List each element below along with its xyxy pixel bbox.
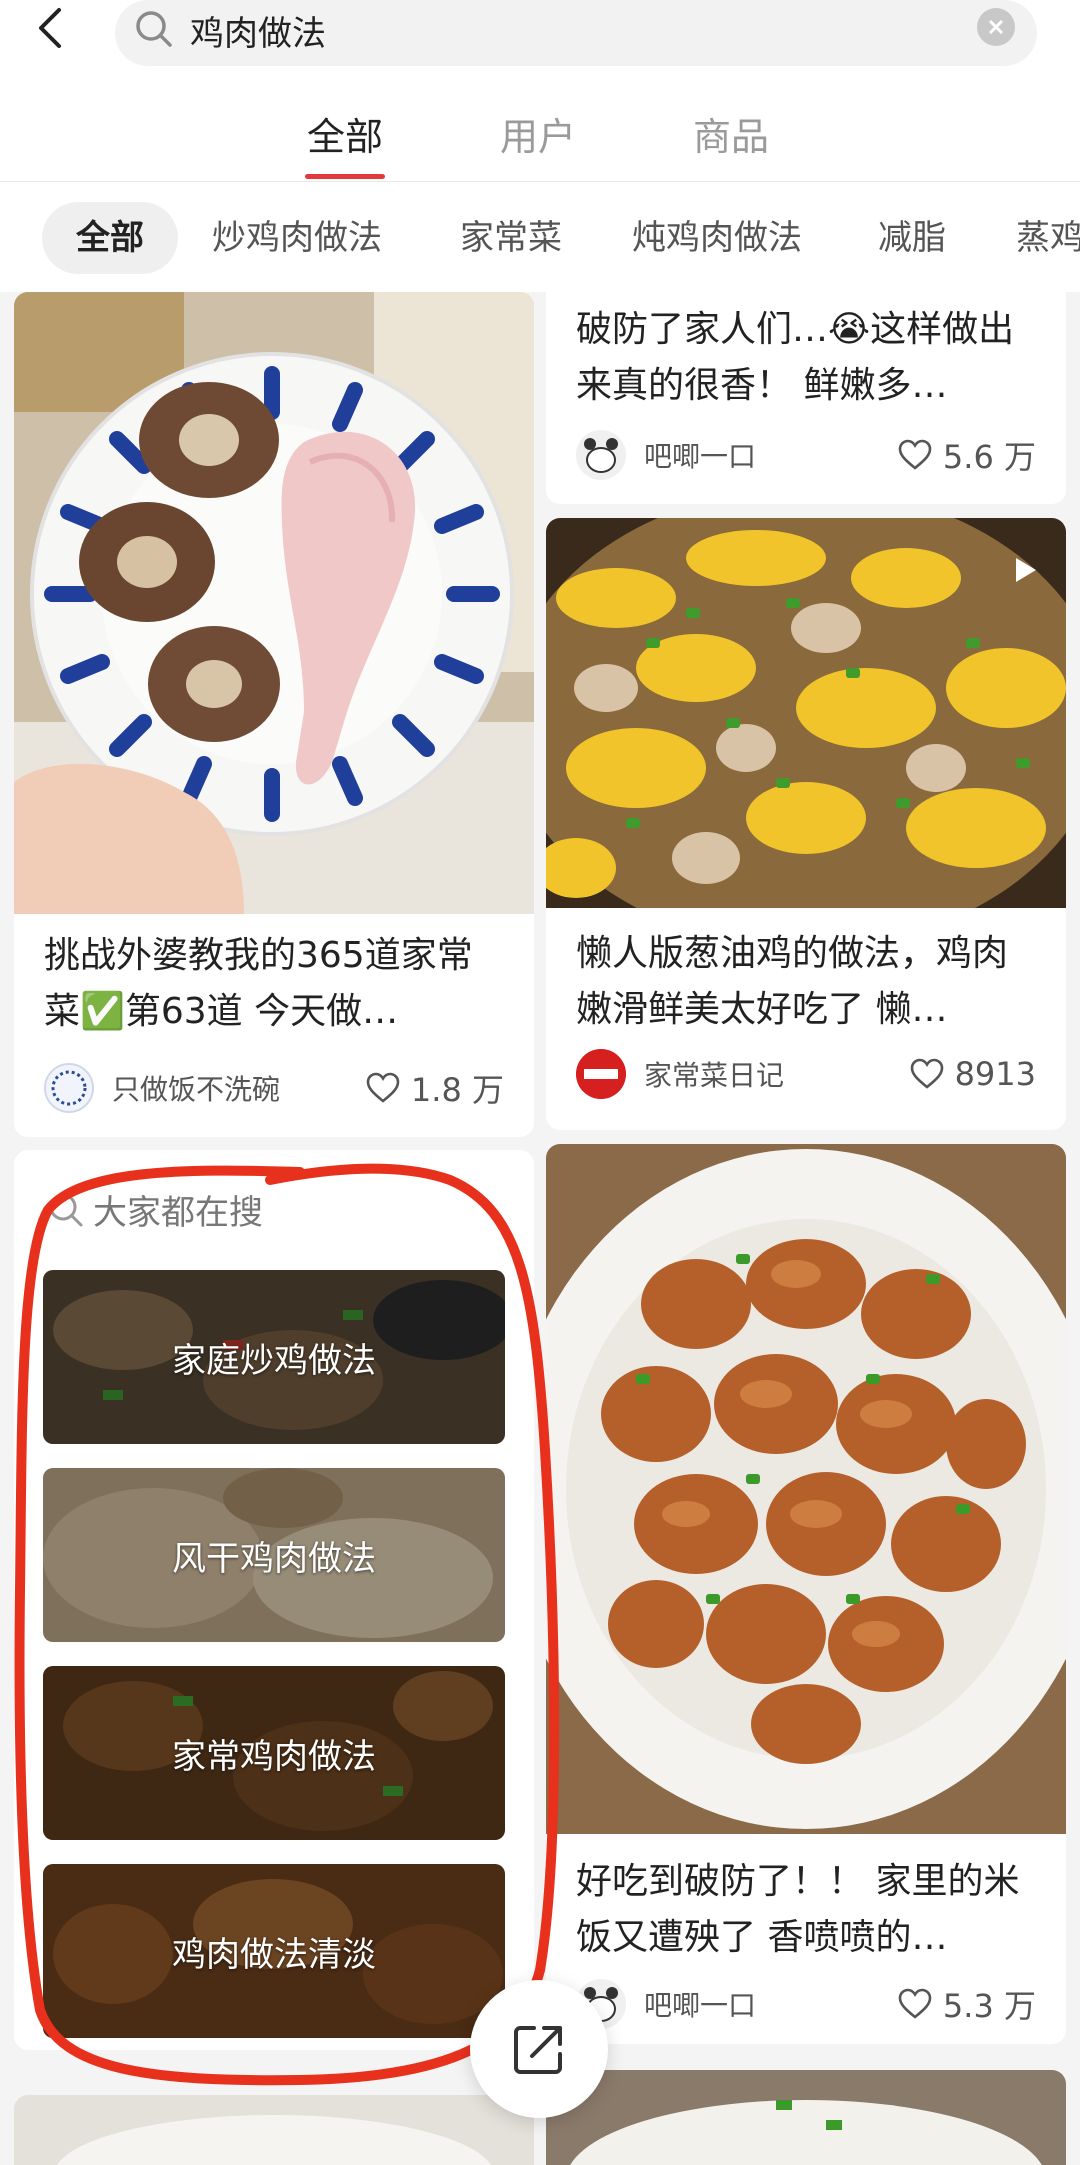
card-image [546, 1144, 1066, 1834]
card-image [546, 518, 1066, 908]
share-icon [514, 2026, 562, 2074]
hot-search-item[interactable]: 家庭炒鸡做法 [43, 1270, 505, 1444]
card-image [14, 292, 534, 914]
card-title: 好吃到破防了！！ 家里的米饭又遭殃了 香喷喷的… [576, 1861, 1020, 1958]
card-meta: 吧唧一口 5.6 万 [576, 429, 1036, 481]
share-button[interactable] [470, 1980, 608, 2118]
author-name[interactable]: 吧唧一口 [644, 1984, 897, 2024]
back-button[interactable] [30, 6, 70, 50]
like-button[interactable]: 5.3 万 [897, 1981, 1036, 2027]
author-name[interactable]: 吧唧一口 [644, 435, 897, 475]
like-count: 5.3 万 [942, 1987, 1036, 2025]
result-tabs: 全部 用户 商品 [0, 72, 1080, 182]
card-meta: 吧唧一口 5.3 万 [576, 1978, 1036, 2030]
feed-card[interactable] [14, 2095, 534, 2165]
chip-all[interactable]: 全部 [42, 202, 178, 274]
avatar [44, 1063, 94, 1113]
avatar [576, 430, 626, 480]
filter-chips: 全部 炒鸡肉做法 家常菜 炖鸡肉做法 减脂 蒸鸡 [0, 182, 1080, 292]
like-count: 8913 [954, 1055, 1036, 1093]
card-meta: 家常菜日记 8913 [576, 1048, 1036, 1100]
chip-stir-fry[interactable]: 炒鸡肉做法 [212, 202, 382, 274]
like-count: 5.6 万 [942, 438, 1036, 476]
feed-card[interactable]: 挑战外婆教我的365道家常菜✅第63道 今天做… 只做饭不洗碗 1.8 万 [14, 292, 534, 1137]
search-icon [49, 1193, 83, 1226]
card-title: 懒人版葱油鸡的做法，鸡肉嫩滑鲜美太好吃了 懒… [576, 933, 1009, 1030]
tab-products[interactable]: 商品 [671, 106, 791, 161]
like-button[interactable]: 8913 [909, 1055, 1036, 1093]
hot-search-label: 鸡肉做法清淡 [172, 1934, 376, 1975]
card-title: 破防了家人们…😭这样做出来真的很香！ 鲜嫩多… [576, 309, 1015, 406]
chip-diet[interactable]: 减脂 [878, 202, 946, 274]
hot-search-item[interactable]: 风干鸡肉做法 [43, 1468, 505, 1642]
like-button[interactable]: 5.6 万 [897, 432, 1036, 478]
hot-search-item[interactable]: 鸡肉做法清淡 [43, 1864, 505, 2038]
card-meta: 只做饭不洗碗 1.8 万 [44, 1062, 504, 1114]
heart-icon [910, 1058, 943, 1089]
author-name[interactable]: 只做饭不洗碗 [112, 1068, 365, 1108]
heart-icon [898, 1988, 932, 2019]
clear-search-button[interactable] [977, 8, 1015, 46]
like-count: 1.8 万 [410, 1071, 504, 1109]
feed-card[interactable]: 好吃到破防了！！ 家里的米饭又遭殃了 香喷喷的… 吧唧一口 5.3 万 [546, 1144, 1066, 2044]
search-query: 鸡肉做法 [190, 14, 326, 54]
card-title: 挑战外婆教我的365道家常菜✅第63道 今天做… [44, 935, 473, 1032]
hot-search-label: 家庭炒鸡做法 [172, 1340, 376, 1381]
heart-icon [366, 1072, 400, 1103]
search-input[interactable]: 鸡肉做法 [115, 0, 1037, 66]
tab-users[interactable]: 用户 [478, 106, 598, 161]
card-image [14, 2095, 534, 2165]
chip-stew[interactable]: 炖鸡肉做法 [632, 202, 802, 274]
avatar [576, 1049, 626, 1099]
chip-steam[interactable]: 蒸鸡 [1016, 202, 1080, 274]
heart-icon [898, 439, 932, 470]
search-icon [136, 11, 172, 47]
feed-card[interactable]: 破防了家人们…😭这样做出来真的很香！ 鲜嫩多… 吧唧一口 5.6 万 [546, 292, 1066, 504]
feed-card[interactable]: 懒人版葱油鸡的做法，鸡肉嫩滑鲜美太好吃了 懒… 家常菜日记 8913 [546, 518, 1066, 1130]
chevron-left-icon [39, 8, 61, 48]
like-button[interactable]: 1.8 万 [365, 1065, 504, 1111]
close-icon [988, 19, 1004, 35]
hot-search-title: 大家都在搜 [93, 1193, 263, 1233]
author-name[interactable]: 家常菜日记 [644, 1054, 909, 1094]
card-image [546, 2070, 1066, 2165]
hot-search-label: 风干鸡肉做法 [172, 1538, 376, 1579]
hot-search-item[interactable]: 家常鸡肉做法 [43, 1666, 505, 1840]
tab-active-indicator [305, 174, 385, 179]
chip-home-style[interactable]: 家常菜 [460, 202, 562, 274]
top-bar: 鸡肉做法 [0, 0, 1080, 72]
hot-search-label: 家常鸡肉做法 [172, 1736, 376, 1777]
hot-search-header: 大家都在搜 [45, 1185, 263, 1234]
feed-card[interactable] [546, 2070, 1066, 2165]
tab-all[interactable]: 全部 [285, 106, 405, 161]
